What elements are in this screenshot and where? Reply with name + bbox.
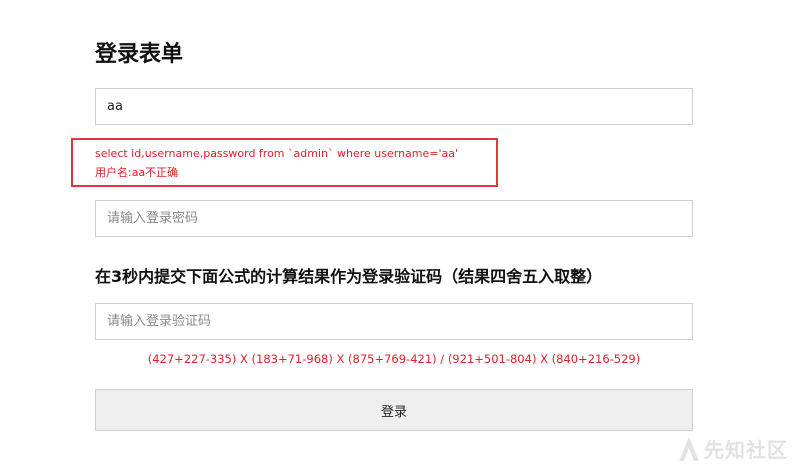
watermark-logo-icon bbox=[679, 436, 699, 461]
password-input[interactable] bbox=[95, 200, 693, 237]
username-input[interactable] bbox=[95, 88, 693, 125]
captcha-formula: (427+227-335) X (183+71-968) X (875+769-… bbox=[147, 352, 641, 366]
watermark-text: 先知社区 bbox=[704, 438, 788, 462]
error-message: 用户名:aa不正确 bbox=[95, 166, 179, 179]
captcha-input[interactable] bbox=[95, 303, 693, 340]
sql-debug-text: select id,username,password from `admin`… bbox=[95, 147, 459, 160]
login-button[interactable]: 登录 bbox=[95, 389, 693, 431]
page-title: 登录表单 bbox=[95, 42, 184, 67]
watermark: 先知社区 bbox=[678, 434, 788, 463]
captcha-heading: 在3秒内提交下面公式的计算结果作为登录验证码（结果四舍五入取整） bbox=[95, 267, 603, 286]
